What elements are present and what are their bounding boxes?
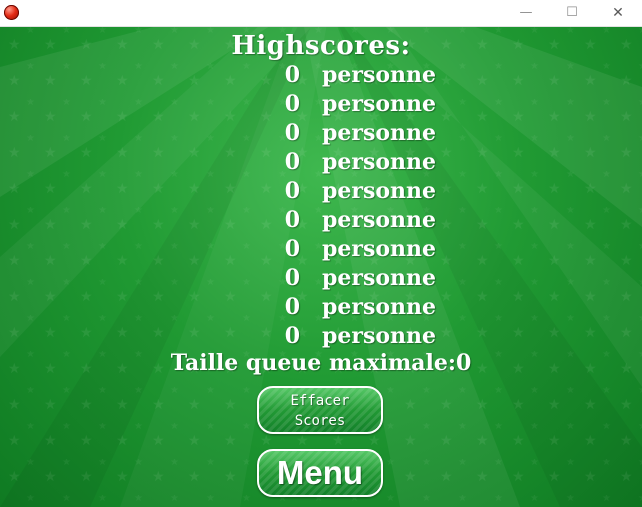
score-value: 0 xyxy=(284,120,300,146)
score-value: 0 xyxy=(284,323,300,349)
player-name: personne xyxy=(322,62,437,88)
score-value: 0 xyxy=(284,62,300,88)
player-name: personne xyxy=(322,236,437,262)
player-name: personne xyxy=(322,323,437,349)
player-name: personne xyxy=(322,265,437,291)
score-value: 0 xyxy=(284,294,300,320)
close-button[interactable]: ✕ xyxy=(595,0,641,26)
score-row: 0 personne xyxy=(0,90,642,119)
minimize-button[interactable]: — xyxy=(503,0,549,26)
score-row: 0 personne xyxy=(0,206,642,235)
score-row: 0 personne xyxy=(0,177,642,206)
maximize-button[interactable]: ☐ xyxy=(549,0,595,26)
score-value: 0 xyxy=(284,207,300,233)
clear-scores-label-line2: Scores xyxy=(294,413,346,429)
player-name: personne xyxy=(322,120,437,146)
player-name: personne xyxy=(322,91,437,117)
menu-button[interactable]: Menu xyxy=(257,449,383,497)
score-row: 0 personne xyxy=(0,148,642,177)
score-row: 0 personne xyxy=(0,119,642,148)
clear-scores-button[interactable]: Effacer Scores xyxy=(257,386,383,434)
max-tail-length: Taille queue maximale:0 xyxy=(170,350,472,376)
score-row: 0 personne xyxy=(0,293,642,322)
score-row: 0 personne xyxy=(0,61,642,90)
score-row: 0 personne xyxy=(0,264,642,293)
score-row: 0 personne xyxy=(0,235,642,264)
red-ball-icon xyxy=(4,5,19,20)
player-name: personne xyxy=(322,149,437,175)
highscores-title: Highscores: xyxy=(231,31,411,61)
title-bar[interactable]: — ☐ ✕ xyxy=(0,0,642,27)
score-value: 0 xyxy=(284,91,300,117)
score-value: 0 xyxy=(284,149,300,175)
player-name: personne xyxy=(322,178,437,204)
clear-scores-label-line1: Effacer xyxy=(290,393,350,409)
score-value: 0 xyxy=(284,178,300,204)
maximize-icon: ☐ xyxy=(566,5,578,20)
score-value: 0 xyxy=(284,265,300,291)
player-name: personne xyxy=(322,294,437,320)
highscores-list: 0 personne 0 personne 0 personne 0 perso… xyxy=(0,61,642,351)
game-window: — ☐ ✕ ★ ★ Highscores: xyxy=(0,0,642,507)
minimize-icon: — xyxy=(519,5,533,20)
score-row: 0 personne xyxy=(0,322,642,351)
highscores-screen: ★ ★ Highscores: 0 personne 0 personne xyxy=(0,27,642,507)
score-value: 0 xyxy=(284,236,300,262)
close-icon: ✕ xyxy=(612,5,624,21)
player-name: personne xyxy=(322,207,437,233)
